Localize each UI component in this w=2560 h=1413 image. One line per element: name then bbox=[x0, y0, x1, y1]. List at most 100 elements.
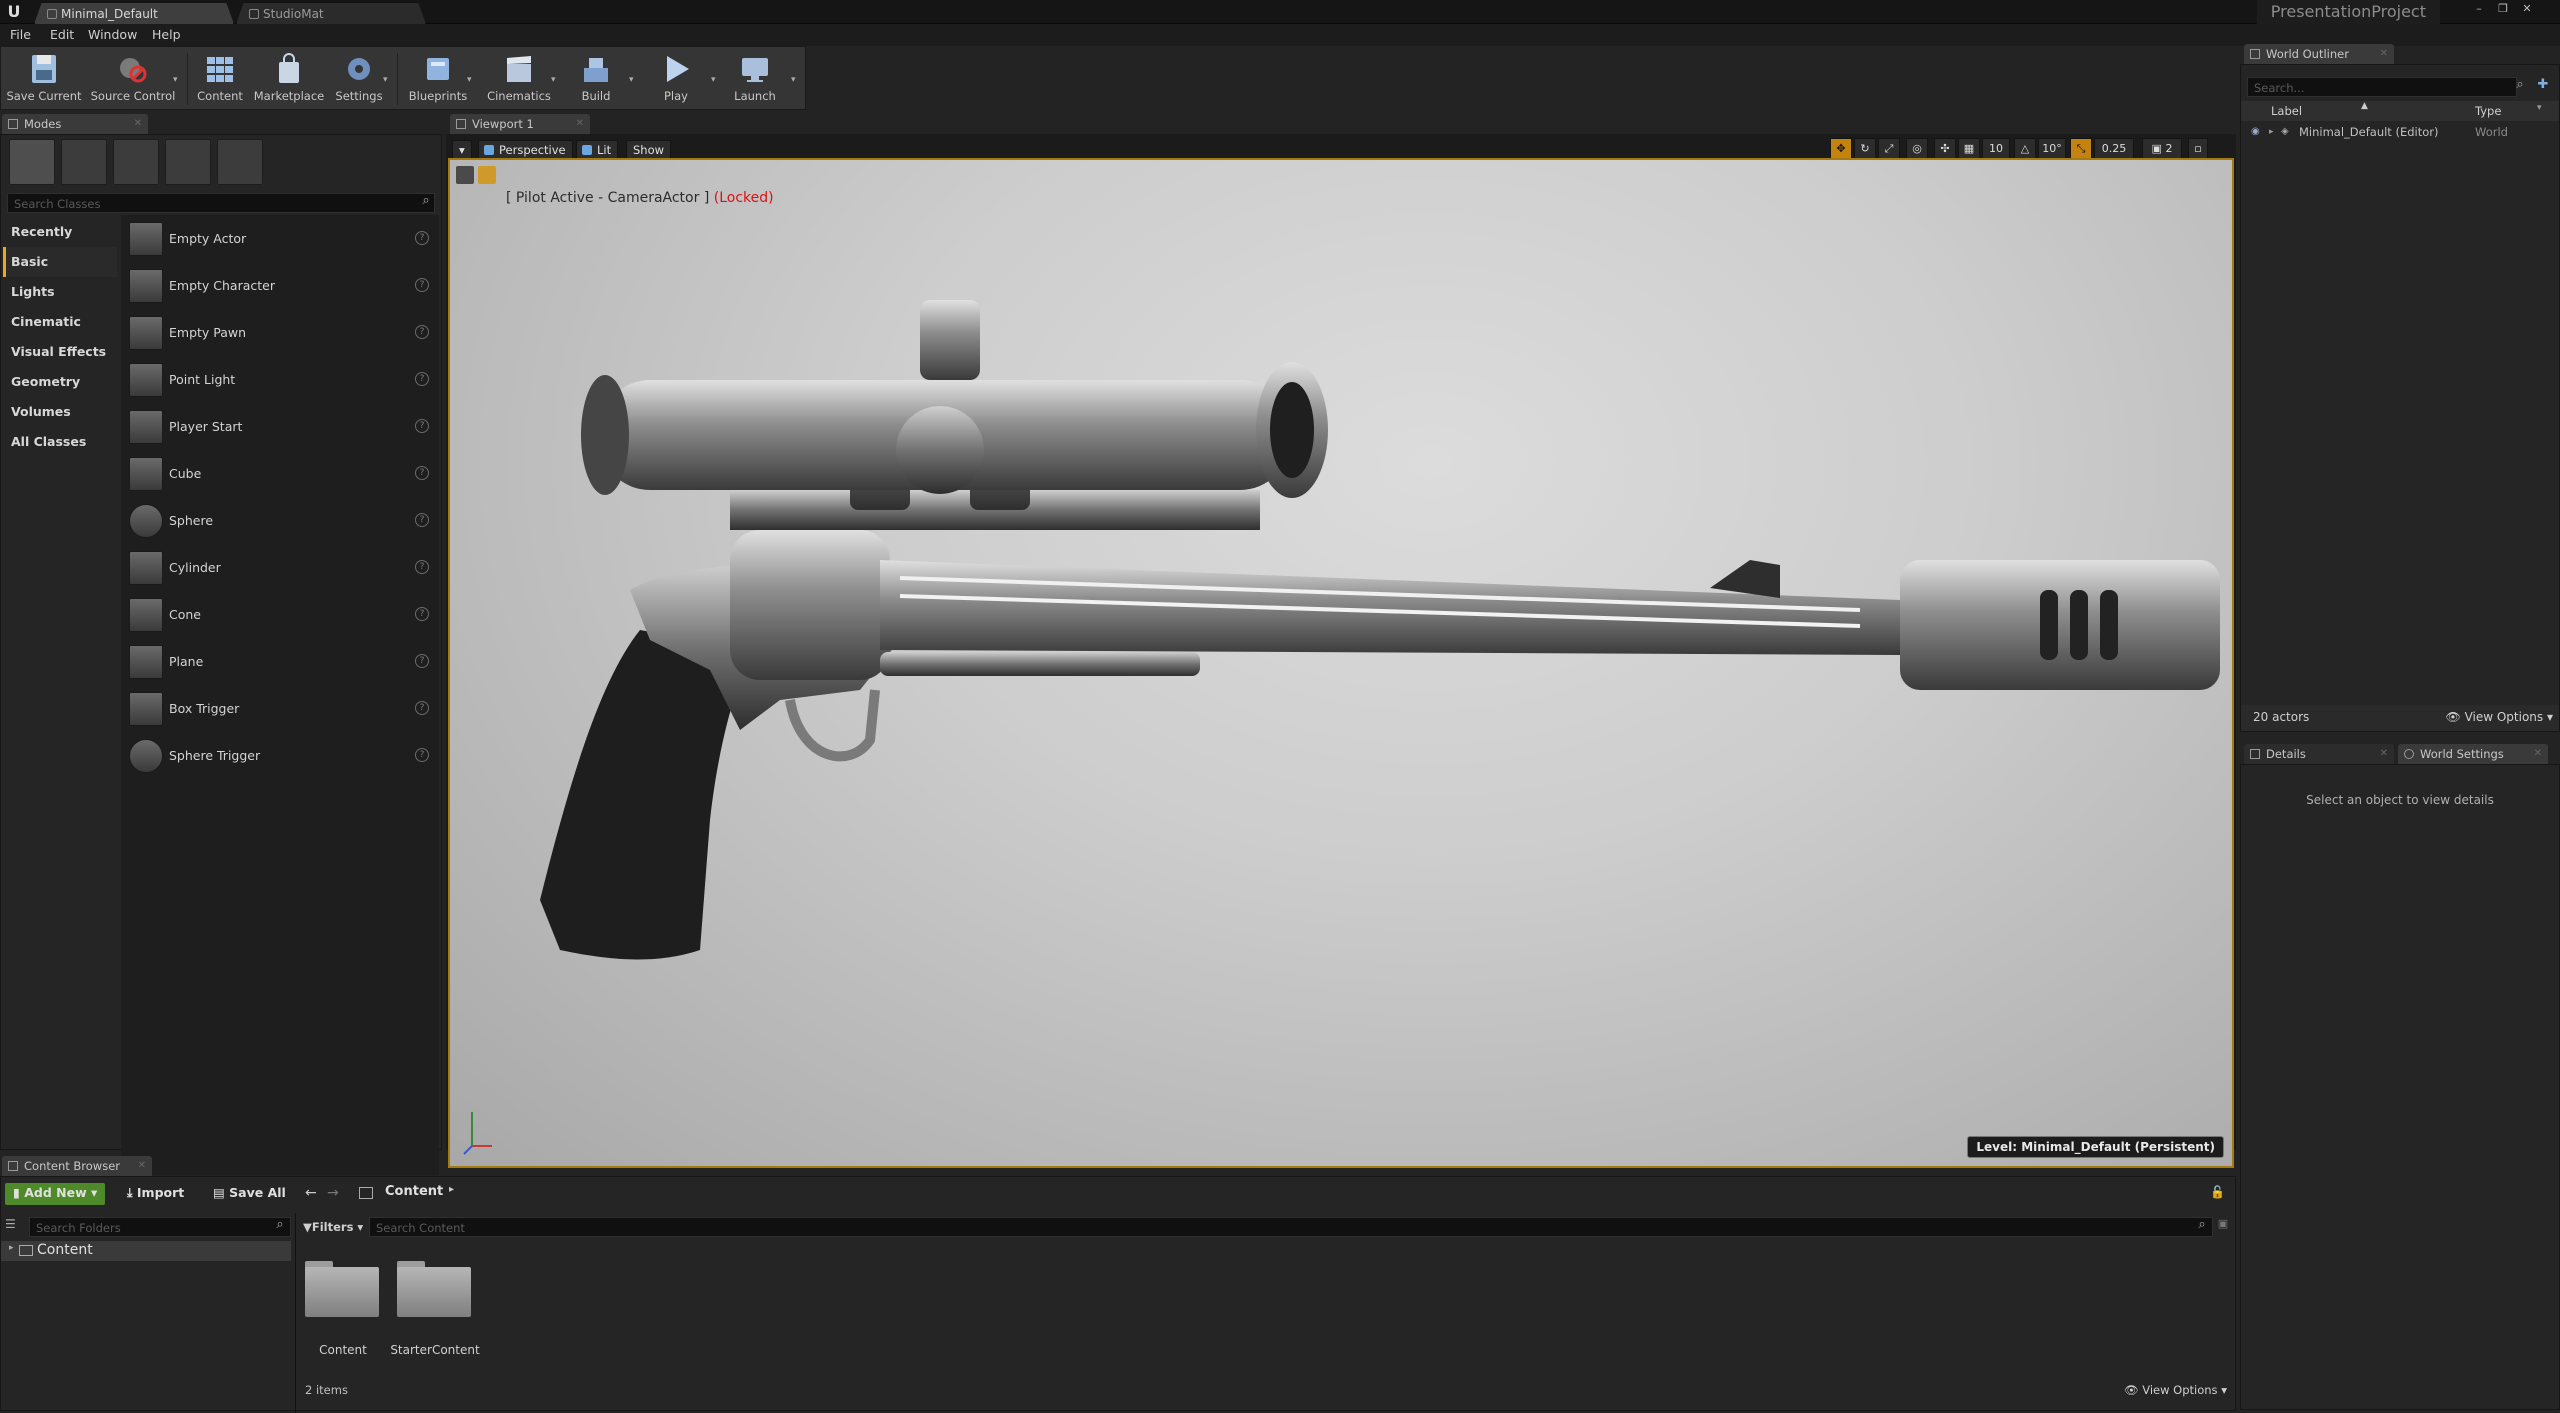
list-item[interactable]: Empty Actor? bbox=[121, 215, 439, 262]
category-basic[interactable]: Basic bbox=[3, 247, 117, 277]
help-icon[interactable]: ? bbox=[415, 701, 429, 715]
tab-modes[interactable]: Modes ✕ bbox=[2, 114, 148, 134]
foliage-mode-icon[interactable] bbox=[165, 139, 211, 185]
maximize-viewport-icon[interactable]: ▫ bbox=[2188, 138, 2208, 160]
landscape-mode-icon[interactable] bbox=[113, 139, 159, 185]
paint-mode-icon[interactable] bbox=[61, 139, 107, 185]
camera-speed-value[interactable]: ▣ 2 bbox=[2142, 138, 2182, 160]
close-tab-icon[interactable]: ✕ bbox=[2380, 744, 2388, 764]
scale-tool-icon[interactable]: ⤢ bbox=[1878, 138, 1900, 160]
category-volumes[interactable]: Volumes bbox=[3, 397, 117, 427]
help-icon[interactable]: ? bbox=[415, 748, 429, 762]
restore-icon[interactable]: ❐ bbox=[2494, 2, 2512, 16]
translate-tool-icon[interactable]: ✥ bbox=[1830, 138, 1852, 160]
menu-file[interactable]: File bbox=[10, 24, 31, 46]
surface-snap-icon[interactable]: ✣ bbox=[1934, 138, 1956, 160]
column-dropdown-icon[interactable]: ▾ bbox=[2537, 103, 2542, 113]
content-view-options[interactable]: 👁 View Options ▾ bbox=[2124, 1383, 2227, 1397]
list-item[interactable]: Empty Character? bbox=[121, 262, 439, 309]
search-classes-input[interactable]: Search Classes bbox=[7, 193, 435, 213]
show-button[interactable]: Show bbox=[626, 140, 672, 160]
help-icon[interactable]: ? bbox=[415, 607, 429, 621]
cinematics-dropdown-icon[interactable]: ▾ bbox=[551, 75, 559, 85]
table-row[interactable]: ◉ ▸ ◈ Minimal_Default (Editor) World bbox=[2241, 123, 2559, 141]
lock-icon[interactable]: 🔓 bbox=[2210, 1185, 2225, 1199]
visibility-eye-icon[interactable]: ◉ bbox=[2251, 123, 2260, 141]
folder-startercontent[interactable] bbox=[395, 1259, 473, 1319]
tab-world-settings[interactable]: World Settings ✕ bbox=[2398, 744, 2548, 764]
close-tab-icon[interactable]: ✕ bbox=[134, 114, 142, 134]
minimize-icon[interactable]: – bbox=[2470, 2, 2488, 16]
save-search-icon[interactable]: ▣ bbox=[2215, 1217, 2231, 1237]
rotate-tool-icon[interactable]: ↻ bbox=[1854, 138, 1876, 160]
search-content-input[interactable]: Search Content bbox=[369, 1217, 2213, 1237]
breadcrumb-arrow-icon[interactable]: ▸ bbox=[449, 1184, 454, 1195]
viewport-scene[interactable]: [ Pilot Active - CameraActor ] (Locked) bbox=[448, 158, 2234, 1168]
settings-button[interactable]: Settings bbox=[331, 50, 387, 108]
category-visual-effects[interactable]: Visual Effects bbox=[3, 337, 117, 367]
category-cinematic[interactable]: Cinematic bbox=[3, 307, 117, 337]
help-icon[interactable]: ? bbox=[415, 372, 429, 386]
category-recently-placed[interactable]: Recently Placed bbox=[3, 217, 117, 269]
help-icon[interactable]: ? bbox=[415, 231, 429, 245]
add-new-button[interactable]: ▮ Add New ▾ bbox=[5, 1183, 106, 1205]
settings-dropdown-icon[interactable]: ▾ bbox=[383, 75, 391, 85]
close-tab-icon[interactable]: ✕ bbox=[2534, 744, 2542, 764]
source-control-button[interactable]: Source Control bbox=[87, 50, 179, 108]
menu-help[interactable]: Help bbox=[152, 24, 181, 46]
category-lights[interactable]: Lights bbox=[3, 277, 117, 307]
tab-viewport-1[interactable]: Viewport 1 ✕ bbox=[450, 114, 590, 134]
geometry-mode-icon[interactable] bbox=[217, 139, 263, 185]
help-icon[interactable]: ? bbox=[415, 654, 429, 668]
help-icon[interactable]: ? bbox=[415, 513, 429, 527]
scale-snap-icon[interactable]: ⤡ bbox=[2070, 138, 2092, 160]
save-current-button[interactable]: Save Current bbox=[5, 50, 83, 108]
splitter[interactable] bbox=[295, 1213, 296, 1413]
place-mode-icon[interactable] bbox=[9, 139, 55, 185]
tab-studiomat[interactable]: StudioMat bbox=[236, 2, 426, 24]
close-tab-icon[interactable]: ✕ bbox=[138, 1156, 146, 1176]
grid-snap-value[interactable]: 10 bbox=[1982, 138, 2010, 160]
play-dropdown-icon[interactable]: ▾ bbox=[711, 75, 719, 85]
save-all-button[interactable]: ▤ Save All bbox=[205, 1183, 294, 1205]
tab-world-outliner[interactable]: World Outliner ✕ bbox=[2244, 44, 2394, 64]
list-item[interactable]: Sphere? bbox=[121, 497, 439, 544]
rotation-snap-icon[interactable]: △ bbox=[2014, 138, 2036, 160]
list-item[interactable]: Empty Pawn? bbox=[121, 309, 439, 356]
close-window-icon[interactable]: ✕ bbox=[2518, 2, 2536, 16]
list-item[interactable]: Cone? bbox=[121, 591, 439, 638]
expand-arrow-icon[interactable]: ▸ bbox=[9, 1243, 14, 1253]
rotation-snap-value[interactable]: 10° bbox=[2038, 138, 2066, 160]
list-item[interactable]: Cylinder? bbox=[121, 544, 439, 591]
help-icon[interactable]: ? bbox=[415, 466, 429, 480]
source-control-dropdown-icon[interactable]: ▾ bbox=[173, 75, 181, 85]
column-label[interactable]: Label bbox=[2271, 102, 2302, 120]
play-button[interactable]: Play bbox=[643, 50, 709, 108]
launch-button[interactable]: Launch bbox=[723, 50, 787, 108]
folder-tree-item[interactable]: ▸ Content bbox=[1, 1241, 291, 1261]
add-actor-icon[interactable]: ✚ bbox=[2533, 77, 2553, 97]
cinematics-button[interactable]: Cinematics bbox=[483, 50, 555, 108]
filters-button[interactable]: ▼Filters ▾ bbox=[303, 1217, 363, 1237]
menu-edit[interactable]: Edit bbox=[50, 24, 74, 46]
folder-content[interactable] bbox=[303, 1259, 381, 1319]
column-type[interactable]: Type bbox=[2475, 102, 2501, 120]
menu-window[interactable]: Window bbox=[88, 24, 137, 46]
list-item[interactable]: Point Light? bbox=[121, 356, 439, 403]
viewport-options-button[interactable]: ▾ bbox=[452, 140, 472, 160]
grid-snap-icon[interactable]: ▦ bbox=[1958, 138, 1980, 160]
list-item[interactable]: Cube? bbox=[121, 450, 439, 497]
list-item[interactable]: Plane? bbox=[121, 638, 439, 685]
list-item[interactable]: Sphere Trigger? bbox=[121, 732, 439, 779]
category-all-classes[interactable]: All Classes bbox=[3, 427, 117, 457]
expand-arrow-icon[interactable]: ▸ bbox=[2269, 123, 2274, 141]
blueprints-dropdown-icon[interactable]: ▾ bbox=[467, 75, 475, 85]
build-button[interactable]: Build bbox=[567, 50, 625, 108]
tab-content-browser[interactable]: Content Browser ✕ bbox=[2, 1156, 152, 1176]
scale-snap-value[interactable]: 0.25 bbox=[2094, 138, 2134, 160]
world-local-icon[interactable]: ◎ bbox=[1906, 138, 1928, 160]
list-item[interactable]: Player Start? bbox=[121, 403, 439, 450]
import-button[interactable]: ⤓ Import bbox=[119, 1183, 192, 1205]
tab-minimal-default[interactable]: Minimal_Default bbox=[34, 2, 234, 24]
tab-details[interactable]: Details ✕ bbox=[2244, 744, 2394, 764]
